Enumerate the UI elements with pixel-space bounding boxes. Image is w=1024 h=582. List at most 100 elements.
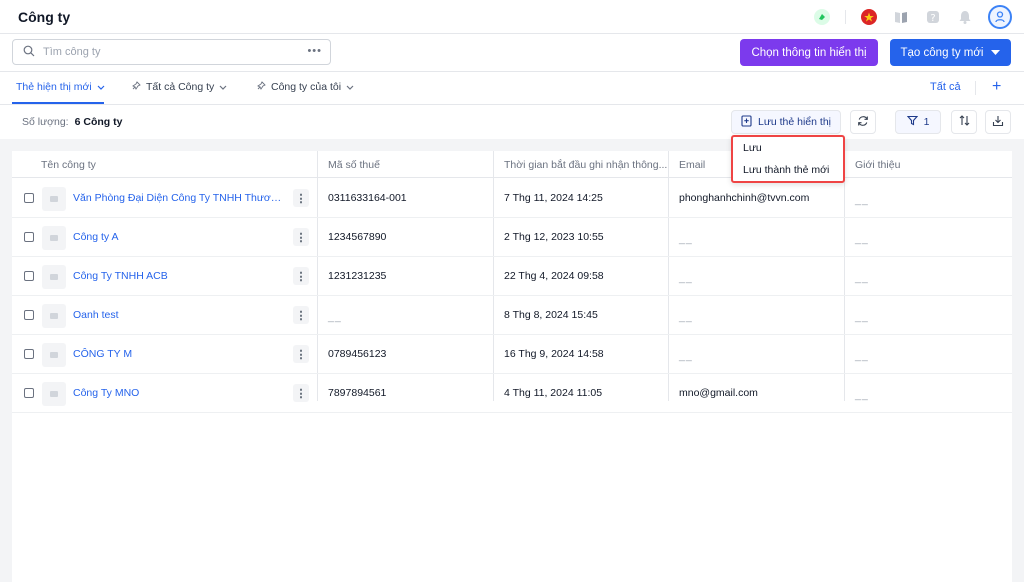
company-name-link[interactable]: Công Ty TNHH ACB — [73, 270, 283, 282]
company-logo-icon — [42, 304, 66, 328]
table-header: Tên công ty Mã số thuế Thời gian bắt đầu… — [12, 151, 1012, 178]
column-header-tax[interactable]: Mã số thuế — [328, 159, 380, 171]
create-company-button[interactable]: Tạo công ty mới — [890, 39, 1011, 66]
intro-cell: __ — [855, 272, 869, 284]
row-actions-icon[interactable]: ⋮ — [293, 189, 309, 207]
active-tab-indicator — [12, 102, 104, 104]
save-view-button[interactable]: Lưu thẻ hiển thị — [731, 110, 841, 134]
table-row[interactable]: CÔNG TY M ⋮ 0789456123 16 Thg 9, 2024 14:58… — [12, 335, 1012, 374]
export-button[interactable] — [985, 110, 1011, 134]
integration-icon[interactable] — [813, 8, 831, 26]
search-box[interactable]: ••• — [12, 39, 331, 65]
column-header-intro[interactable]: Giới thiệu — [855, 159, 900, 171]
book-icon[interactable] — [892, 8, 910, 26]
column-header-email[interactable]: Email — [679, 159, 705, 171]
save-view-dropdown: Lưu Lưu thành thẻ mới — [731, 135, 845, 183]
download-icon — [992, 115, 1004, 130]
intro-cell: __ — [855, 194, 869, 206]
intro-cell: __ — [855, 233, 869, 245]
chevron-down-icon — [346, 81, 354, 93]
company-logo-icon — [42, 187, 66, 211]
pin-icon — [132, 81, 141, 93]
row-actions-icon[interactable]: ⋮ — [293, 267, 309, 285]
tab-label: Thẻ hiện thị mới — [16, 81, 92, 93]
tax-code-cell: 0789456123 — [328, 348, 387, 360]
search-row: ••• Chọn thông tin hiển thị Tạo công ty … — [0, 34, 1024, 72]
row-actions-icon[interactable]: ⋮ — [293, 306, 309, 324]
row-actions-icon[interactable]: ⋮ — [293, 384, 309, 402]
tabs-row: Thẻ hiện thị mới Tất cả Công ty Công ty … — [0, 72, 1024, 105]
intro-cell: __ — [855, 350, 869, 362]
table-row[interactable]: Oanh test ⋮ __ 8 Thg 8, 2024 15:45 __ __ — [12, 296, 1012, 335]
time-cell: 22 Thg 4, 2024 09:58 — [504, 270, 604, 282]
company-name-link[interactable]: Văn Phòng Đại Diện Công Ty TNHH Thương..… — [73, 192, 283, 204]
tax-code-cell: 0311633164-001 — [328, 192, 407, 204]
refresh-button[interactable] — [850, 110, 876, 134]
row-actions-icon[interactable]: ⋮ — [293, 345, 309, 363]
row-actions-icon[interactable]: ⋮ — [293, 228, 309, 246]
row-checkbox[interactable] — [24, 310, 34, 320]
email-cell: __ — [679, 272, 693, 284]
intro-cell: __ — [855, 389, 869, 401]
intro-cell: __ — [855, 311, 869, 323]
add-view-icon[interactable]: + — [992, 78, 1001, 96]
table-row[interactable]: Văn Phòng Đại Diện Công Ty TNHH Thương..… — [12, 179, 1012, 218]
count-value: 6 Công ty — [74, 116, 123, 128]
company-logo-icon — [42, 382, 66, 406]
page-title: Công ty — [18, 9, 71, 25]
column-header-time[interactable]: Thời gian bắt đầu ghi nhận thông... — [504, 159, 667, 171]
company-name-link[interactable]: Công Ty MNO — [73, 387, 283, 399]
time-cell: 16 Thg 9, 2024 14:58 — [504, 348, 604, 360]
bell-icon[interactable] — [956, 8, 974, 26]
tab-new-view[interactable]: Thẻ hiện thị mới — [16, 81, 105, 93]
company-name-link[interactable]: CÔNG TY M — [73, 348, 283, 360]
time-cell: 4 Thg 11, 2024 11:05 — [504, 387, 603, 399]
menu-item-save-as-new[interactable]: Lưu thành thẻ mới — [733, 159, 843, 181]
tab-label: Công ty của tôi — [271, 81, 342, 93]
table-row[interactable]: Công ty A ⋮ 1234567890 2 Thg 12, 2023 10:55… — [12, 218, 1012, 257]
company-name-link[interactable]: Oanh test — [73, 309, 283, 321]
svg-text:?: ? — [930, 13, 935, 24]
menu-item-save[interactable]: Lưu — [733, 137, 843, 159]
time-cell: 8 Thg 8, 2024 15:45 — [504, 309, 598, 321]
row-checkbox[interactable] — [24, 232, 34, 242]
search-input[interactable] — [43, 46, 283, 58]
tab-my-companies[interactable]: Công ty của tôi — [257, 81, 354, 93]
pin-icon — [257, 81, 266, 93]
row-checkbox[interactable] — [24, 388, 34, 398]
table-row[interactable]: Công Ty TNHH ACB ⋮ 1231231235 22 Thg 4, 202… — [12, 257, 1012, 296]
companies-table: Tên công ty Mã số thuế Thời gian bắt đầu… — [12, 151, 1012, 582]
row-checkbox[interactable] — [24, 349, 34, 359]
tax-code-cell: 7897894561 — [328, 387, 387, 399]
table-row[interactable]: Công Ty MNO ⋮ 7897894561 4 Thg 11, 2024 11:… — [12, 374, 1012, 413]
row-checkbox[interactable] — [24, 271, 34, 281]
save-view-label: Lưu thẻ hiển thị — [758, 116, 831, 128]
tab-all-companies[interactable]: Tất cả Công ty — [132, 81, 227, 93]
all-views-link[interactable]: Tất cả — [930, 81, 961, 93]
top-icons: ? — [813, 5, 1012, 29]
row-checkbox[interactable] — [24, 193, 34, 203]
caret-down-icon — [991, 47, 1001, 59]
refresh-icon — [857, 115, 869, 130]
count-label: Số lượng: — [22, 116, 69, 128]
divider — [975, 81, 976, 95]
email-cell: phonghanhchinh@tvvn.com — [679, 192, 810, 204]
chevron-down-icon — [97, 81, 105, 93]
time-cell: 7 Thg 11, 2024 14:25 — [504, 192, 603, 204]
email-cell: __ — [679, 311, 693, 323]
company-logo-icon — [42, 226, 66, 250]
help-icon[interactable]: ? — [924, 8, 942, 26]
sort-button[interactable] — [951, 110, 977, 134]
vietnam-flag-icon[interactable] — [860, 8, 878, 26]
company-name-link[interactable]: Công ty A — [73, 231, 283, 243]
choose-display-button[interactable]: Chọn thông tin hiển thị — [740, 39, 878, 66]
column-header-name[interactable]: Tên công ty — [41, 159, 96, 171]
search-more-icon[interactable]: ••• — [307, 45, 322, 57]
user-avatar[interactable] — [988, 5, 1012, 29]
filter-button[interactable]: 1 — [895, 110, 941, 134]
filter-icon — [906, 115, 918, 129]
company-logo-icon — [42, 343, 66, 367]
email-cell: __ — [679, 233, 693, 245]
tax-code-cell: 1231231235 — [328, 270, 387, 282]
filter-count: 1 — [923, 116, 930, 128]
